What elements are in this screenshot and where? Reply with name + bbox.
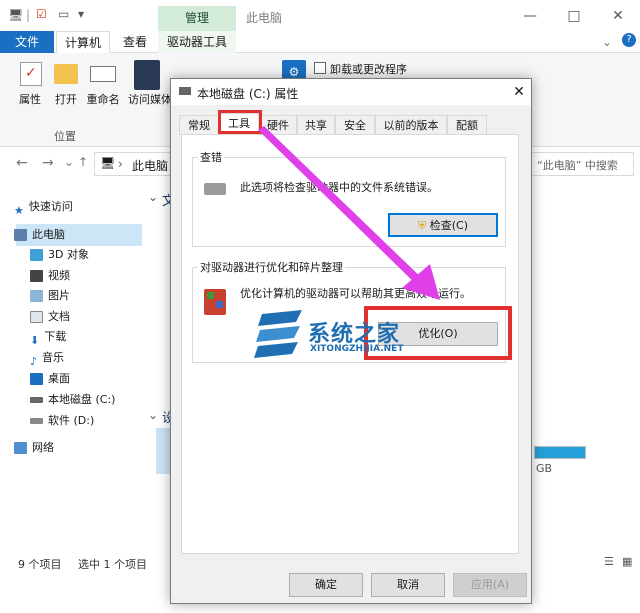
pointer-arrow (258, 126, 440, 300)
watermark-logo (254, 310, 302, 358)
watermark-url: XITONGZHIJIA.NET (310, 344, 404, 354)
arrow-shaft (258, 126, 428, 290)
